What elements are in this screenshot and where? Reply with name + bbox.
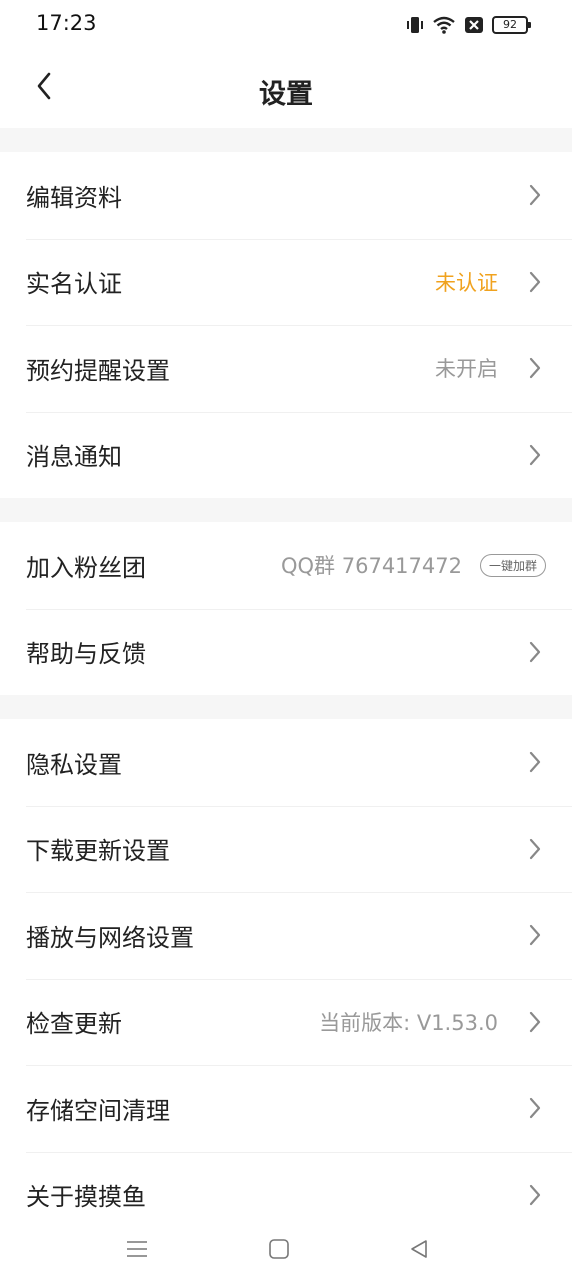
header: 设置: [0, 50, 572, 128]
section-divider: [0, 695, 572, 719]
chevron-right-icon: [529, 925, 541, 946]
menu-button[interactable]: [122, 1234, 152, 1264]
settings-group-system: 隐私设置 下载更新设置 播放与网络设置 检查更新 当前版本: V1.53.0 存…: [0, 719, 572, 1238]
help-feedback-row[interactable]: 帮助与反馈: [0, 608, 572, 696]
row-label: 实名认证: [26, 270, 122, 299]
system-nav-bar: [0, 1214, 572, 1280]
privacy-settings-row[interactable]: 隐私设置: [0, 719, 572, 806]
row-label: 存储空间清理: [26, 1096, 170, 1125]
section-divider: [0, 128, 572, 152]
chevron-right-icon: [529, 838, 541, 859]
home-button[interactable]: [264, 1234, 294, 1264]
edit-profile-row[interactable]: 编辑资料: [0, 152, 572, 239]
chevron-right-icon: [529, 752, 541, 773]
status-bar: 17:23 92: [0, 0, 572, 50]
row-label: 帮助与反馈: [26, 640, 146, 669]
nav-back-button[interactable]: [404, 1234, 434, 1264]
home-icon: [269, 1239, 289, 1259]
join-group-button[interactable]: 一键加群: [479, 553, 546, 577]
page-title: 设置: [259, 79, 313, 110]
back-icon: [411, 1240, 427, 1258]
storage-cleanup-row[interactable]: 存储空间清理: [0, 1065, 572, 1152]
row-label: 隐私设置: [26, 750, 122, 779]
row-label: 预约提醒设置: [26, 356, 170, 385]
battery-icon: 92: [492, 16, 531, 34]
current-version: 当前版本: V1.53.0: [319, 1010, 498, 1035]
row-label: 关于摸摸鱼: [26, 1183, 146, 1212]
status-time: 17:23: [36, 11, 97, 35]
real-name-row[interactable]: 实名认证 未认证: [0, 238, 572, 326]
row-label: 播放与网络设置: [26, 923, 194, 952]
reminder-settings-row[interactable]: 预约提醒设置 未开启: [0, 325, 572, 412]
row-label: 消息通知: [26, 443, 122, 472]
chevron-right-icon: [529, 444, 541, 465]
row-label: 检查更新: [26, 1010, 122, 1039]
qq-group-number: QQ群 767417472: [281, 554, 462, 579]
settings-group-community: 加入粉丝团 QQ群 767417472 一键加群 帮助与反馈: [0, 522, 572, 695]
download-settings-row[interactable]: 下载更新设置: [0, 805, 572, 893]
chevron-right-icon: [529, 185, 541, 206]
settings-group-profile: 编辑资料 实名认证 未认证 预约提醒设置 未开启 消息通知: [0, 152, 572, 498]
check-update-row[interactable]: 检查更新 当前版本: V1.53.0: [0, 978, 572, 1066]
chevron-right-icon: [529, 1098, 541, 1119]
wifi-icon: [432, 15, 456, 35]
chevron-right-icon: [529, 1184, 541, 1205]
vibrate-icon: [406, 15, 424, 35]
row-label: 加入粉丝团: [26, 553, 146, 582]
status-icons: 92: [406, 14, 531, 36]
reminder-status: 未开启: [435, 357, 498, 382]
row-label: 下载更新设置: [26, 837, 170, 866]
menu-icon: [127, 1241, 147, 1257]
row-label: 编辑资料: [26, 183, 122, 212]
playback-network-row[interactable]: 播放与网络设置: [0, 892, 572, 979]
chevron-right-icon: [529, 641, 541, 662]
chevron-right-icon: [529, 1011, 541, 1032]
chevron-right-icon: [529, 271, 541, 292]
verification-status: 未认证: [435, 270, 498, 295]
sim-blocked-icon: [464, 16, 484, 34]
section-divider: [0, 498, 572, 522]
notifications-row[interactable]: 消息通知: [0, 411, 572, 499]
fan-club-row: 加入粉丝团 QQ群 767417472 一键加群: [0, 522, 572, 609]
chevron-right-icon: [529, 358, 541, 379]
